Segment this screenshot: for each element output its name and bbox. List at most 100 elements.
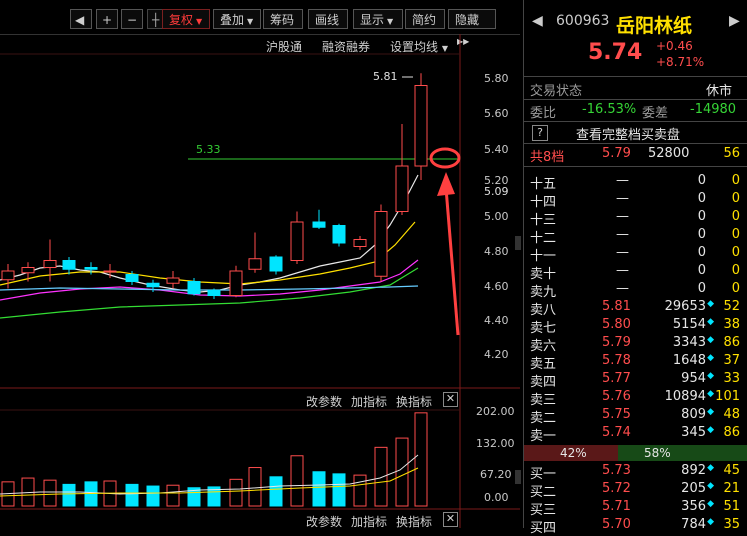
candle-body [21,267,35,274]
close-icon: ✕ [445,512,456,525]
bottom-add-indicator-button[interactable]: 加指标 [351,513,387,530]
volume-bar [62,483,76,507]
level-volume: 0 [697,281,706,296]
sell-row[interactable]: 十二 — 0 0 [524,227,747,246]
bottom-params-button[interactable]: 改参数 [306,513,342,530]
price-tick: 4.40 [484,314,509,327]
buy-row[interactable]: 买二 5.72 205 ◆ 21 [524,481,747,500]
level-marker-icon: ◆ [707,407,714,417]
sell-row[interactable]: 卖十 — 0 0 [524,263,747,282]
candle-body [374,211,388,277]
level-marker-icon: ◆ [707,389,714,399]
sell-row[interactable]: 十一 — 0 0 [524,245,747,264]
level-marker-icon: ◆ [707,481,714,491]
sell-row[interactable]: 十三 — 0 0 [524,209,747,228]
level-marker-icon: ◆ [707,317,714,327]
level-label: 十二 [530,231,557,246]
level-label: 卖二 [530,411,557,426]
ma10-line [0,221,416,286]
level-count: 52 [723,299,740,314]
volume-tick: 67.20 [480,468,512,481]
volume-bar [146,485,160,507]
level-label: 买二 [530,485,557,500]
candle-body [207,289,221,296]
total-levels-price: 5.79 [602,146,631,161]
sell-row[interactable]: 卖一 5.74 345 ◆ 86 [524,425,747,444]
level-label: 买一 [530,467,557,482]
volume-tick: 132.00 [476,437,515,450]
level-volume: 3343 [672,335,706,350]
scroll-handle-lower[interactable] [515,470,521,484]
buy-ratio-label: 42% [560,446,587,460]
level-label: 十四 [530,195,557,210]
level-label: 买三 [530,503,557,518]
price-tick: 5.40 [484,143,509,156]
current-price-tick: 5.09 [484,185,509,198]
level-volume: 205 [681,481,706,496]
sell-row[interactable]: 卖八 5.81 29653 ◆ 52 [524,299,747,318]
volume-bar [395,437,409,507]
level-count: 0 [731,173,740,188]
level-volume: 1648 [672,353,706,368]
buy-row[interactable]: 买四 5.70 784 ◆ 35 [524,517,747,536]
volume-switch-indicator-button[interactable]: 换指标 [396,393,432,410]
level-count: 0 [731,209,740,224]
sell-row[interactable]: 十五 — 0 0 [524,173,747,192]
volume-params-button[interactable]: 改参数 [306,393,342,410]
level-volume: 0 [697,173,706,188]
level-label: 卖一 [530,429,557,444]
scroll-handle[interactable] [515,236,521,250]
level-count: 0 [731,191,740,206]
prev-stock-icon[interactable]: ◀ [532,13,543,29]
total-levels-volume: 52800 [648,146,690,161]
sell-row[interactable]: 卖五 5.78 1648 ◆ 37 [524,353,747,372]
divider [524,166,747,167]
candle-body [248,258,262,270]
level-count: 21 [723,481,740,496]
volume-bar [43,479,57,507]
level-volume: 0 [697,245,706,260]
price-tick: 4.20 [484,348,509,361]
price-tick: 5.80 [484,72,509,85]
buy-row[interactable]: 买三 5.71 356 ◆ 51 [524,499,747,518]
volume-bar [125,483,139,507]
ma60-line [0,285,419,291]
level-price: 5.77 [602,371,631,386]
help-icon[interactable]: ? [532,125,548,141]
buy-row[interactable]: 买一 5.73 892 ◆ 45 [524,463,747,482]
level-label: 卖七 [530,321,557,336]
volume-bar [229,478,243,507]
bottom-close-button[interactable]: ✕ [443,512,458,527]
volume-bar [332,473,346,507]
bottom-switch-indicator-button[interactable]: 换指标 [396,513,432,530]
stock-code: 600963 [556,13,610,29]
sell-row[interactable]: 十四 — 0 0 [524,191,747,210]
close-icon: ✕ [445,392,456,405]
level-marker-icon: ◆ [707,299,714,309]
level-label: 卖三 [530,393,557,408]
sell-row[interactable]: 卖九 — 0 0 [524,281,747,300]
sell-row[interactable]: 卖三 5.76 10894 ◆ 101 [524,389,747,408]
full-book-link[interactable]: 查看完整档买卖盘 [576,124,680,143]
quote-panel: ◀ 600963 岳阳林纸 ▶ 5.74 +0.46 +8.71% 交易状态 休… [523,0,747,536]
level-volume: 0 [697,263,706,278]
sell-row[interactable]: 卖二 5.75 809 ◆ 48 [524,407,747,426]
ratio-bar: 42% 58% [524,445,747,461]
price-change: +0.46 [656,39,693,53]
level-volume: 345 [681,425,706,440]
sell-row[interactable]: 卖七 5.80 5154 ◆ 38 [524,317,747,336]
volume-add-indicator-button[interactable]: 加指标 [351,393,387,410]
total-levels-count: 56 [723,146,740,161]
volume-bar [353,474,367,507]
level-volume: 0 [697,227,706,242]
volume-close-button[interactable]: ✕ [443,392,458,407]
sell-row[interactable]: 卖六 5.79 3343 ◆ 86 [524,335,747,354]
volume-bar [290,455,304,507]
next-stock-icon[interactable]: ▶ [729,13,740,29]
candle-body [229,270,243,296]
divider [524,143,747,144]
stock-name: 岳阳林纸 [616,15,693,37]
sell-row[interactable]: 卖四 5.77 954 ◆ 33 [524,371,747,390]
level-marker-icon: ◆ [707,463,714,473]
level-count: 86 [723,425,740,440]
